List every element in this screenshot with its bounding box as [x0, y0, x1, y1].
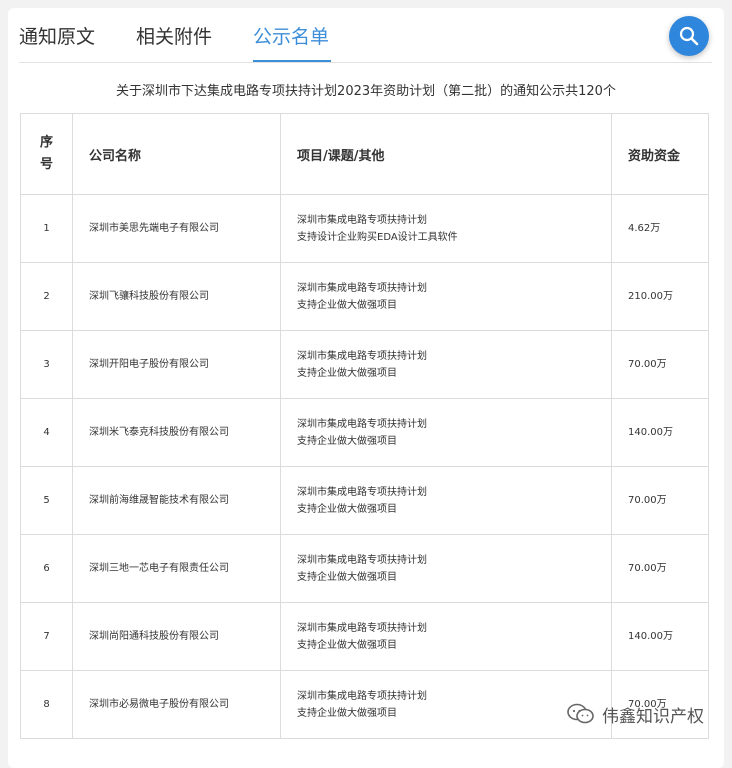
project-line-2: 支持企业做大做强项目: [297, 299, 397, 311]
project-line-1: 深圳市集成电路专项扶持计划: [297, 214, 427, 226]
row-amount: 4.62万: [611, 194, 709, 263]
project-line-2: 支持企业做大做强项目: [297, 503, 397, 515]
tab-public-list[interactable]: 公示名单: [253, 22, 329, 49]
header-no: 序号: [20, 113, 73, 195]
table-row: 1 深圳市美思先端电子有限公司 深圳市集成电路专项扶持计划支持设计企业购买EDA…: [20, 194, 709, 263]
watermark-text: 伟鑫知识产权: [602, 706, 704, 727]
row-amount: 210.00万: [611, 262, 709, 331]
header-no-label: 序号: [39, 135, 53, 172]
wechat-icon: [567, 703, 594, 724]
search-button[interactable]: [669, 16, 709, 56]
project-line-2: 支持企业做大做强项目: [297, 367, 397, 379]
header-project: 项目/课题/其他: [280, 113, 612, 195]
row-company: 深圳市必易微电子股份有限公司: [72, 670, 281, 739]
page-card: 通知原文 相关附件 公示名单 关于深圳市下达集成电路专项扶持计划2023年资助计…: [8, 8, 724, 768]
project-line-2: 支持企业做大做强项目: [297, 435, 397, 447]
table-row: 4 深圳米飞泰克科技股份有限公司 深圳市集成电路专项扶持计划 支持企业做大做强项目…: [20, 398, 709, 467]
project-line-1: 深圳市集成电路专项扶持计划: [297, 282, 427, 294]
row-amount: 140.00万: [611, 602, 709, 671]
table-row: 2 深圳飞骧科技股份有限公司 深圳市集成电路专项扶持计划 支持企业做大做强项目 2…: [20, 262, 709, 331]
search-icon: [679, 26, 699, 46]
row-no: 2: [20, 262, 73, 331]
row-company: 深圳前海维晟智能技术有限公司: [72, 466, 281, 535]
row-project: 深圳市集成电路专项扶持计划 支持企业做大做强项目: [280, 670, 612, 739]
row-project: 深圳市集成电路专项扶持计划 支持企业做大做强项目: [280, 398, 612, 467]
row-no: 1: [20, 194, 73, 263]
tab-divider: [19, 62, 712, 63]
row-project: 深圳市集成电路专项扶持计划 支持企业做大做强项目: [280, 534, 612, 603]
row-amount: 70.00万: [611, 330, 709, 399]
row-project: 深圳市集成电路专项扶持计划支持设计企业购买EDA设计工具软件: [280, 194, 612, 263]
watermark: 伟鑫知识产权: [566, 702, 704, 727]
row-amount: 140.00万: [611, 398, 709, 467]
row-no: 4: [20, 398, 73, 467]
row-project: 深圳市集成电路专项扶持计划 支持企业做大做强项目: [280, 602, 612, 671]
header-company: 公司名称: [72, 113, 281, 195]
tab-bar: 通知原文 相关附件 公示名单: [8, 8, 724, 64]
table-row: 3 深圳开阳电子股份有限公司 深圳市集成电路专项扶持计划 支持企业做大做强项目 7…: [20, 330, 709, 399]
row-no: 7: [20, 602, 73, 671]
row-no: 5: [20, 466, 73, 535]
table-row: 5 深圳前海维晟智能技术有限公司 深圳市集成电路专项扶持计划 支持企业做大做强项目…: [20, 466, 709, 535]
row-company: 深圳米飞泰克科技股份有限公司: [72, 398, 281, 467]
public-list-table: 序号 公司名称 项目/课题/其他 资助资金 1 深圳市美思先端电子有限公司 深圳…: [20, 113, 709, 739]
header-amount: 资助资金: [611, 113, 709, 195]
project-line-2: 支持设计企业购买EDA设计工具软件: [297, 231, 458, 243]
row-amount: 70.00万: [611, 534, 709, 603]
row-no: 8: [20, 670, 73, 739]
project-line-2: 支持企业做大做强项目: [297, 707, 397, 719]
row-company: 深圳市美思先端电子有限公司: [72, 194, 281, 263]
tab-attachments[interactable]: 相关附件: [136, 22, 212, 49]
project-line-1: 深圳市集成电路专项扶持计划: [297, 350, 427, 362]
table-row: 6 深圳三地一芯电子有限责任公司 深圳市集成电路专项扶持计划 支持企业做大做强项目…: [20, 534, 709, 603]
project-line-1: 深圳市集成电路专项扶持计划: [297, 554, 427, 566]
project-line-2: 支持企业做大做强项目: [297, 571, 397, 583]
row-company: 深圳开阳电子股份有限公司: [72, 330, 281, 399]
notice-summary: 关于深圳市下达集成电路专项扶持计划2023年资助计划（第二批）的通知公示共120…: [116, 84, 616, 99]
project-line-2: 支持企业做大做强项目: [297, 639, 397, 651]
table-header-row: 序号 公司名称 项目/课题/其他 资助资金: [20, 113, 709, 195]
row-no: 3: [20, 330, 73, 399]
row-company: 深圳尚阳通科技股份有限公司: [72, 602, 281, 671]
row-company: 深圳飞骧科技股份有限公司: [72, 262, 281, 331]
project-line-1: 深圳市集成电路专项扶持计划: [297, 622, 427, 634]
row-no: 6: [20, 534, 73, 603]
row-project: 深圳市集成电路专项扶持计划 支持企业做大做强项目: [280, 262, 612, 331]
table-row: 7 深圳尚阳通科技股份有限公司 深圳市集成电路专项扶持计划 支持企业做大做强项目 …: [20, 602, 709, 671]
project-line-1: 深圳市集成电路专项扶持计划: [297, 486, 427, 498]
row-project: 深圳市集成电路专项扶持计划 支持企业做大做强项目: [280, 330, 612, 399]
tab-notice-original[interactable]: 通知原文: [19, 22, 95, 49]
row-project: 深圳市集成电路专项扶持计划 支持企业做大做强项目: [280, 466, 612, 535]
project-line-1: 深圳市集成电路专项扶持计划: [297, 690, 427, 702]
row-amount: 70.00万: [611, 466, 709, 535]
row-company: 深圳三地一芯电子有限责任公司: [72, 534, 281, 603]
project-line-1: 深圳市集成电路专项扶持计划: [297, 418, 427, 430]
